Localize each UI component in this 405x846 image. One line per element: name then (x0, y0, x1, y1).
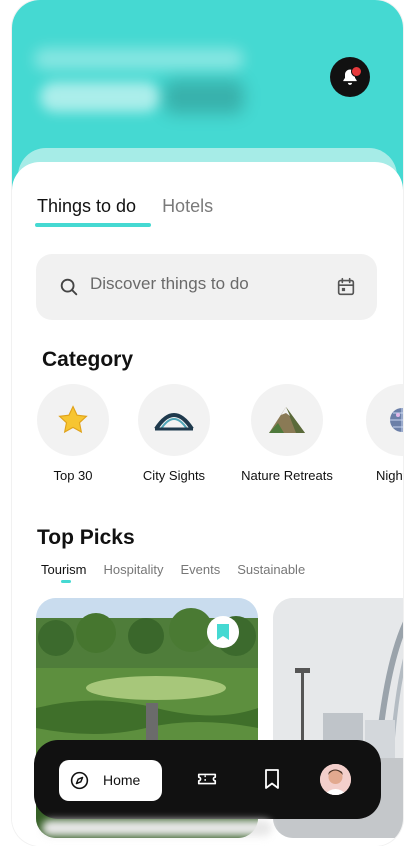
tab-hotels[interactable]: Hotels (162, 196, 213, 217)
filter-hospitality[interactable]: Hospitality (104, 562, 164, 577)
category-circle (138, 384, 210, 456)
search-input[interactable] (88, 273, 332, 295)
blurred-greeting (34, 48, 244, 70)
category-label: Night (376, 468, 403, 483)
compass-icon (70, 771, 89, 790)
tab-bar: Things to do Hotels (37, 196, 213, 217)
app-screen: Things to do Hotels Category Top 30 (12, 0, 403, 846)
blurred-action (164, 80, 244, 114)
filter-sustainable[interactable]: Sustainable (237, 562, 305, 577)
category-city-sights[interactable]: City Sights (114, 384, 234, 483)
mountain-icon (269, 407, 305, 433)
active-tab-indicator (35, 223, 151, 227)
top-picks-title: Top Picks (37, 526, 135, 549)
filter-tourism[interactable]: Tourism (41, 562, 87, 577)
blurred-footer (42, 820, 272, 836)
bridge-icon (154, 413, 194, 431)
category-label: Nature Retreats (241, 468, 333, 483)
ticket-icon[interactable] (196, 768, 218, 790)
tab-things-to-do[interactable]: Things to do (37, 196, 136, 217)
nav-home-button[interactable]: Home (59, 760, 162, 801)
category-circle (37, 384, 109, 456)
category-nature-retreats[interactable]: Nature Retreats (227, 384, 347, 483)
active-filter-indicator (61, 580, 71, 583)
category-label: City Sights (142, 468, 206, 483)
star-icon (58, 405, 88, 434)
search-bar[interactable] (36, 254, 377, 320)
notification-bell-button[interactable] (330, 57, 370, 97)
profile-avatar[interactable] (320, 764, 351, 795)
category-circle (366, 384, 403, 456)
top-picks-filters: Tourism Hospitality Events Sustainable (41, 562, 305, 577)
bookmark-filled-icon (217, 624, 229, 640)
nav-home-label: Home (103, 772, 141, 788)
blurred-location (40, 82, 160, 112)
filter-events[interactable]: Events (180, 562, 220, 577)
category-night[interactable]: Night (340, 384, 403, 483)
category-circle (251, 384, 323, 456)
search-icon (60, 278, 78, 296)
avatar-photo (320, 764, 351, 795)
bookmark-button[interactable] (207, 616, 239, 648)
calendar-icon[interactable] (335, 276, 357, 298)
bookmark-icon[interactable] (262, 768, 282, 790)
bottom-navigation: Home (34, 740, 381, 819)
disco-ball-icon (390, 408, 403, 432)
notification-dot (351, 66, 362, 77)
category-title: Category (42, 348, 134, 371)
